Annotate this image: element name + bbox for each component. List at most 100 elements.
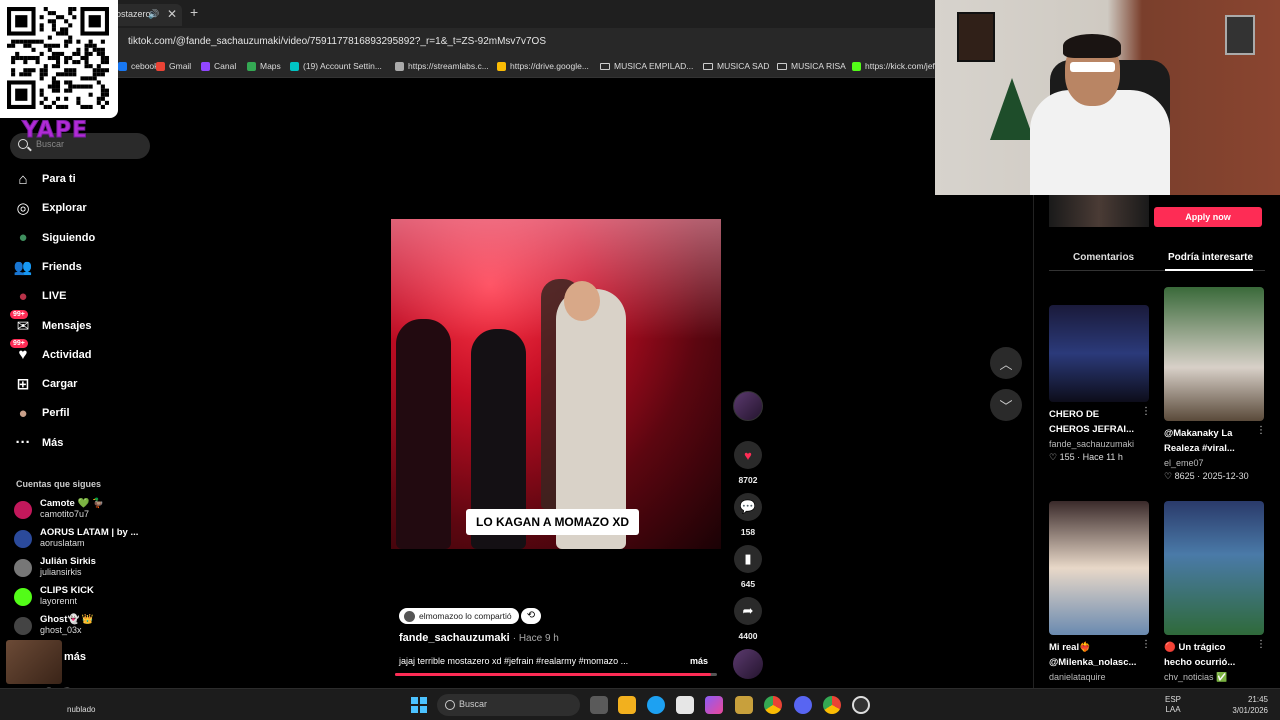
author-username[interactable]: fande_sachauzumaki [399, 632, 510, 644]
more-options-icon[interactable]: ⋮ [1141, 406, 1151, 417]
followed-account[interactable]: Julián Sirkis juliansirkis [14, 556, 96, 577]
card-title[interactable]: 🔴 Un trágico hecho ocurrió... [1164, 640, 1256, 670]
windows-start-icon[interactable] [411, 697, 427, 713]
bookmark-label: https://drive.google... [510, 61, 589, 71]
comment-action[interactable]: 💬 158 [733, 493, 763, 537]
like-count: 8702 [738, 475, 758, 485]
nav-item-perfil[interactable]: ● Perfil [14, 404, 69, 422]
nav-item-explorar[interactable]: ◎ Explorar [14, 199, 86, 217]
shared-by-chip[interactable]: elmomazoo lo compartió [399, 608, 519, 624]
nav-item-para-ti[interactable]: ⌂ Para ti [14, 170, 75, 188]
discord-icon[interactable] [794, 696, 812, 714]
url-text[interactable]: tiktok.com/@fande_sachauzumaki/video/759… [128, 36, 546, 47]
followed-account[interactable]: Camote 💚 🦆 camotito7u7 [14, 498, 104, 519]
card-author[interactable]: chv_noticias ✅ [1164, 672, 1264, 683]
address-bar[interactable]: tiktok.com/@fande_sachauzumaki/video/759… [0, 28, 935, 56]
task-view-icon[interactable] [590, 696, 608, 714]
more-description-link[interactable]: más [690, 656, 708, 666]
next-creator-avatar[interactable] [733, 649, 763, 679]
bookmark-item[interactable]: (19) Account Settin... [290, 61, 382, 71]
heart-icon[interactable]: ♥ [734, 441, 762, 469]
bookmark-item[interactable]: MUSICA SAD [703, 61, 769, 71]
file-explorer-icon[interactable] [618, 696, 636, 714]
recommended-video-card[interactable]: ⋮ CHERO DE CHEROS JEFRAI... fande_sachauzu… [1049, 305, 1151, 463]
close-tab-icon[interactable]: ✕ [167, 7, 177, 21]
copilot-icon[interactable] [705, 696, 723, 714]
recommended-video-card[interactable]: ⋮ @Makanaky La Realeza #viral... el_eme07 ♡… [1164, 287, 1266, 482]
video-thumbnail[interactable] [1049, 305, 1149, 402]
speaker-icon[interactable]: 🔊 [148, 9, 159, 20]
chrome-active-icon[interactable] [823, 696, 841, 714]
bookmark-item[interactable]: https://drive.google... [497, 61, 589, 71]
nav-item-actividad[interactable]: ♥ 99+ Actividad [10, 338, 92, 364]
bookmark-item[interactable]: MUSICA RISA [777, 61, 846, 71]
share-icon[interactable]: ➦ [734, 597, 762, 625]
share-action[interactable]: ➦ 4400 [733, 597, 763, 641]
repost-icon[interactable]: ⟲ [521, 608, 541, 624]
card-author[interactable]: el_eme07 [1164, 458, 1264, 468]
nav-item-live[interactable]: ● LIVE [14, 287, 66, 305]
see-more-accounts[interactable]: más [64, 651, 86, 663]
followed-account[interactable]: CLIPS KICK layorennt [14, 585, 94, 606]
more-options-icon[interactable]: ⋮ [1141, 639, 1151, 650]
card-author[interactable]: fande_sachauzumaki [1049, 439, 1149, 449]
nav-item-más[interactable]: ··· Más [14, 434, 64, 452]
creator-avatar[interactable] [733, 391, 763, 421]
bookmark-favicon-icon [290, 61, 299, 71]
chevron-down-icon[interactable]: ﹀ [990, 389, 1022, 421]
nav-item-cargar[interactable]: ⊞ Cargar [14, 375, 78, 393]
video-author[interactable]: fande_sachauzumaki · Hace 9 h [399, 632, 559, 644]
bookmark-item[interactable]: https://streamlabs.c... [395, 61, 489, 71]
new-tab-button[interactable]: + [190, 4, 198, 20]
bookmark-icon[interactable]: ▮ [734, 545, 762, 573]
bookmark-item[interactable]: Canal [201, 61, 236, 71]
card-title[interactable]: CHERO DE CHEROS JEFRAI... [1049, 407, 1141, 437]
ad-thumbnail[interactable] [1049, 195, 1149, 227]
comment-icon[interactable]: 💬 [734, 493, 762, 521]
avatar [14, 588, 32, 606]
game-icon[interactable] [735, 696, 753, 714]
video-thumbnail[interactable] [1164, 287, 1264, 421]
system-clock[interactable]: 21:45 3/01/2026 [1228, 694, 1268, 716]
bookmark-item[interactable]: Gmail [156, 61, 191, 71]
recommended-video-card[interactable]: ⋮ Mi real❤️‍🔥 @Milenka_nolasc... danielata… [1049, 501, 1151, 682]
more-options-icon[interactable]: ⋮ [1256, 639, 1266, 650]
followed-account[interactable]: Ghost👻 👑 ghost_03x [14, 614, 94, 635]
chevron-up-icon[interactable]: ︿ [990, 347, 1022, 379]
progress-fill [395, 673, 711, 676]
card-author[interactable]: danielataquire [1049, 672, 1149, 682]
tab-recommended[interactable]: Podría interesarte [1168, 252, 1253, 263]
taskbar-search[interactable]: Buscar [437, 694, 580, 716]
card-title[interactable]: Mi real❤️‍🔥 @Milenka_nolasc... [1049, 640, 1141, 670]
lang-code: ESP [1165, 695, 1182, 704]
nav-item-siguiendo[interactable]: ● Siguiendo [14, 229, 95, 247]
followed-account[interactable]: AORUS LATAM | by ... aoruslatam [14, 527, 138, 548]
tab-comments[interactable]: Comentarios [1073, 252, 1134, 263]
video-thumbnail[interactable] [1164, 501, 1264, 635]
more-options-icon[interactable]: ⋮ [1256, 425, 1266, 436]
card-title[interactable]: @Makanaky La Realeza #viral... [1164, 426, 1256, 456]
recommended-video-card[interactable]: ⋮ 🔴 Un trágico hecho ocurrió... chv_notici… [1164, 501, 1266, 683]
video-player[interactable]: LO KAGAN A MOMAZO XD [391, 219, 721, 549]
store-icon[interactable] [676, 696, 694, 714]
bookmark-item[interactable]: https://kick.com/jef [852, 61, 935, 71]
video-thumbnail[interactable] [1049, 501, 1149, 635]
obs-icon[interactable] [852, 696, 870, 714]
language-indicator[interactable]: ESP LAA [1165, 695, 1181, 715]
nav-item-friends[interactable]: 👥 Friends [14, 258, 82, 276]
browser-tab-active[interactable]: ostazero 🔊 ✕ [110, 4, 182, 26]
like-action[interactable]: ♥ 8702 [733, 441, 763, 485]
bookmark-item[interactable]: cebook [118, 61, 158, 71]
save-action[interactable]: ▮ 645 [733, 545, 763, 589]
bookmark-item[interactable]: Maps [247, 61, 281, 71]
reaction-image [6, 640, 62, 684]
weather-widget[interactable]: nublado [67, 705, 95, 714]
video-progress-bar[interactable] [395, 673, 717, 676]
apply-now-button[interactable]: Apply now [1154, 207, 1262, 227]
streamer-body [1030, 90, 1170, 195]
sidebar: Buscar ⌂ Para ti ◎ Explorar ● Siguiendo 👥 Frien… [0, 118, 160, 688]
nav-item-mensajes[interactable]: ✉ 99+ Mensajes [10, 309, 92, 335]
edge-icon[interactable] [647, 696, 665, 714]
chrome-icon[interactable] [764, 696, 782, 714]
bookmark-item[interactable]: MUSICA EMPILAD... [600, 61, 693, 71]
